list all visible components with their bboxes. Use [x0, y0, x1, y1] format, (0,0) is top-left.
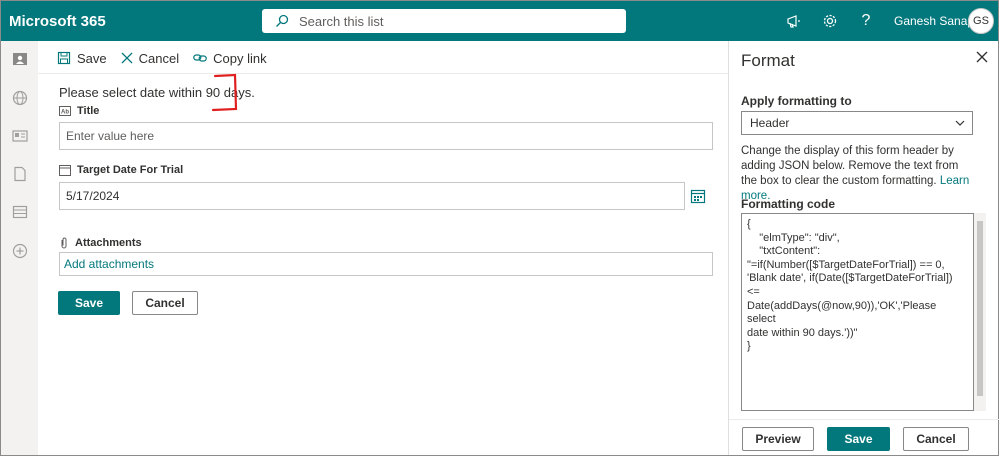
apply-formatting-select[interactable]: Header: [741, 111, 973, 135]
search-box[interactable]: Search this list: [262, 9, 626, 33]
calendar-icon: [59, 165, 71, 176]
date-label: Target Date For Trial: [59, 164, 183, 176]
apply-formatting-label: Apply formatting to: [741, 94, 852, 108]
toolbar-save-button[interactable]: Save: [57, 51, 107, 66]
date-picker-button[interactable]: [687, 184, 709, 208]
calendar-icon: [690, 189, 706, 204]
globe-icon[interactable]: [12, 90, 28, 106]
close-icon[interactable]: [974, 49, 990, 65]
date-label-text: Target Date For Trial: [77, 164, 184, 176]
toolbar-cancel-label: Cancel: [138, 50, 180, 66]
form-save-button[interactable]: Save: [58, 291, 120, 315]
user-name[interactable]: Ganesh Sanap: [894, 14, 974, 28]
date-input[interactable]: 5/17/2024: [59, 182, 685, 210]
app-title[interactable]: Microsoft 365: [9, 13, 259, 30]
code-scrollbar[interactable]: [974, 213, 986, 411]
panel-footer-divider: [729, 419, 999, 420]
search-icon: [276, 14, 289, 27]
toolbar-cancel-button[interactable]: Cancel: [121, 51, 179, 66]
top-bar: Microsoft 365 Search this list ? Ganesh …: [1, 1, 998, 41]
toolbar-divider: [38, 73, 728, 74]
panel-save-button[interactable]: Save: [827, 427, 890, 451]
add-attachments-link[interactable]: Add attachments: [59, 252, 713, 276]
annotation-bracket: [211, 73, 238, 112]
format-panel: Format Apply formatting to Header Change…: [728, 41, 999, 455]
save-icon: [57, 51, 71, 65]
paperclip-icon: [61, 237, 67, 249]
add-circle-icon[interactable]: [12, 243, 28, 259]
apply-formatting-value: Header: [750, 116, 790, 130]
help-icon[interactable]: ?: [856, 11, 876, 31]
link-icon: [193, 54, 207, 62]
form-cancel-button[interactable]: Cancel: [132, 291, 198, 315]
title-input[interactable]: Enter value here: [59, 122, 713, 150]
toolbar-copy-link-label: Copy link: [213, 50, 267, 66]
left-rail: [1, 41, 38, 455]
chevron-down-icon: [955, 120, 965, 126]
date-value: 5/17/2024: [66, 189, 120, 203]
contact-card-icon[interactable]: [12, 51, 28, 67]
preview-button[interactable]: Preview: [742, 427, 814, 451]
formatting-code-label: Formatting code: [741, 197, 836, 211]
svg-text:Ab: Ab: [61, 110, 69, 116]
description-text: Change the display of this form header b…: [741, 145, 959, 187]
title-label-text: Title: [77, 105, 100, 117]
list-icon[interactable]: [12, 204, 28, 220]
avatar[interactable]: GS: [968, 8, 994, 34]
document-icon[interactable]: [12, 166, 28, 182]
panel-title: Format: [741, 51, 795, 70]
title-placeholder: Enter value here: [66, 129, 155, 143]
text-field-icon: Ab: [59, 106, 71, 116]
close-icon: [121, 52, 133, 64]
panel-description: Change the display of this form header b…: [741, 144, 973, 204]
megaphone-icon[interactable]: [784, 11, 804, 31]
title-label: Ab Title: [59, 105, 99, 117]
form-toolbar: Save Cancel Copy link: [57, 49, 281, 67]
scroll-thumb[interactable]: [977, 221, 983, 396]
search-placeholder: Search this list: [299, 13, 384, 29]
formatting-code-editor[interactable]: { "elmType": "div", "txtContent": "=if(N…: [741, 213, 974, 411]
toolbar-copy-link-button[interactable]: Copy link: [193, 50, 267, 66]
attachments-label: Attachments: [59, 237, 142, 249]
attachments-label-text: Attachments: [75, 237, 142, 249]
panel-cancel-button[interactable]: Cancel: [903, 427, 969, 451]
gear-icon[interactable]: [820, 11, 840, 31]
news-icon[interactable]: [12, 128, 28, 144]
toolbar-save-label: Save: [77, 50, 107, 66]
